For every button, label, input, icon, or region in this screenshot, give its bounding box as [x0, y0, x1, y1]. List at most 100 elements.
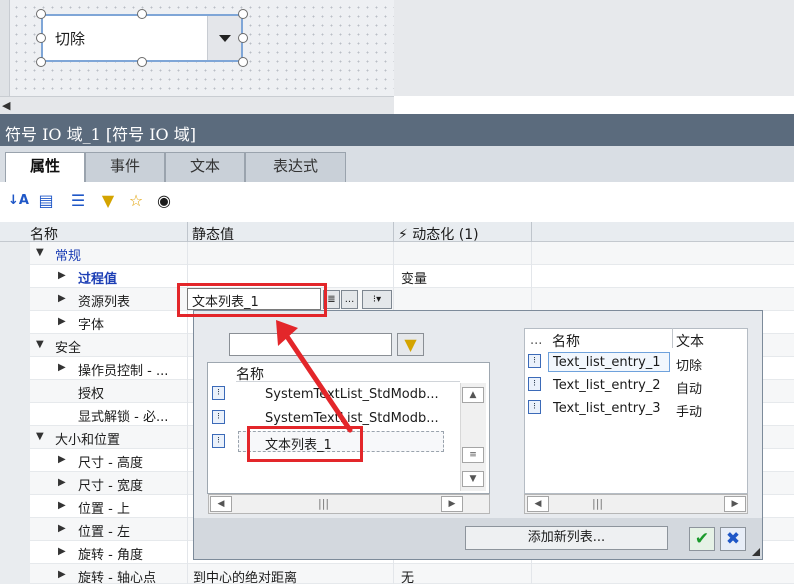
property-resource-list[interactable]: 资源列表: [78, 291, 130, 310]
resize-grip-icon[interactable]: [752, 548, 760, 556]
group-general[interactable]: 常规: [55, 245, 81, 264]
group-size-position[interactable]: 大小和位置: [55, 429, 120, 448]
scroll-left-icon[interactable]: ◀: [210, 496, 232, 512]
canvas-ruler: [0, 0, 10, 96]
right-list-header-name[interactable]: 名称: [552, 331, 580, 351]
tab-events[interactable]: 事件: [85, 152, 165, 182]
scroll-thumb-icon[interactable]: |||: [318, 497, 329, 510]
dropdown-arrow-icon: [219, 35, 231, 42]
table-row[interactable]: [0, 265, 794, 288]
filter-icon[interactable]: ▼: [98, 191, 118, 211]
property-grid-header: [0, 222, 794, 242]
text-list-icon: ⁝: [212, 410, 225, 424]
canvas-empty-area: [394, 96, 794, 114]
column-header-dynamization[interactable]: ⚡ 动态化 (1): [398, 224, 479, 244]
list-dropdown-icon[interactable]: ⁝▾: [362, 290, 392, 309]
expand-triangle-icon[interactable]: ▶: [58, 500, 66, 511]
cancel-x-icon[interactable]: ✖: [720, 527, 746, 551]
property-rotation-angle[interactable]: 旋转 - 角度: [78, 544, 143, 563]
right-list-header-text[interactable]: 文本: [676, 331, 704, 351]
scroll-right-icon[interactable]: ▶: [441, 496, 463, 512]
collapse-triangle-icon[interactable]: ▼: [36, 339, 44, 350]
column-divider[interactable]: [531, 222, 532, 242]
list-item-text[interactable]: 切除: [676, 355, 702, 374]
scroll-thumb-icon[interactable]: |||: [592, 497, 603, 510]
resize-handle-nw[interactable]: [36, 9, 46, 19]
property-width[interactable]: 尺寸 - 宽度: [78, 475, 143, 494]
expand-triangle-icon[interactable]: ▶: [58, 477, 66, 488]
tab-properties[interactable]: 属性: [5, 152, 85, 183]
highlight-frame: [177, 283, 327, 317]
resize-handle-se[interactable]: [238, 57, 248, 67]
expand-triangle-icon[interactable]: ▶: [58, 454, 66, 465]
list-view-icon[interactable]: ☰: [68, 191, 88, 211]
scroll-left-icon[interactable]: ◀: [527, 496, 549, 512]
canvas-horizontal-scrollbar[interactable]: [0, 96, 394, 114]
list-item[interactable]: Text_list_entry_1: [553, 355, 661, 370]
property-explicit-unlock[interactable]: 显式解锁 - 必...: [78, 406, 168, 425]
text-entry-icon: ⁝: [528, 400, 541, 414]
property-operator-control[interactable]: 操作员控制 - ...: [78, 360, 168, 379]
property-top[interactable]: 位置 - 上: [78, 498, 130, 517]
add-new-list-button[interactable]: 添加新列表...: [465, 526, 668, 550]
scroll-down-icon[interactable]: ▼: [462, 471, 484, 487]
tab-texts[interactable]: 文本: [165, 152, 245, 182]
scroll-thumb-icon[interactable]: ≡: [462, 447, 484, 463]
column-header-name[interactable]: 名称: [30, 224, 58, 244]
column-header-static-value[interactable]: 静态值: [192, 224, 234, 244]
sort-az-icon[interactable]: ↓A: [8, 191, 29, 211]
symbol-io-field-dropdown[interactable]: [207, 16, 241, 60]
column-divider[interactable]: [393, 222, 394, 242]
list-item[interactable]: Text_list_entry_2: [553, 378, 661, 393]
resize-handle-sw[interactable]: [36, 57, 46, 67]
right-list-header-more[interactable]: ...: [530, 333, 542, 348]
dynamization-value: 无: [401, 571, 415, 586]
text-entry-icon: ⁝: [528, 354, 541, 368]
property-font[interactable]: 字体: [78, 314, 104, 333]
column-divider[interactable]: [187, 222, 188, 242]
list-item-text[interactable]: 手动: [676, 401, 702, 420]
list-item[interactable]: Text_list_entry_3: [553, 401, 661, 416]
favorites-star-icon[interactable]: ☆: [126, 191, 146, 211]
property-toolbar: [0, 182, 794, 222]
property-process-value[interactable]: 过程值: [78, 268, 117, 287]
row-gutter: [0, 242, 30, 584]
table-row[interactable]: [0, 242, 794, 265]
property-authorization[interactable]: 授权: [78, 383, 104, 402]
expand-triangle-icon[interactable]: ▶: [58, 270, 66, 281]
property-left[interactable]: 位置 - 左: [78, 521, 130, 540]
tab-expressions[interactable]: 表达式: [245, 152, 346, 182]
column-divider[interactable]: [672, 328, 673, 348]
property-rotation-pivot[interactable]: 旋转 - 轴心点: [78, 567, 156, 586]
property-height[interactable]: 尺寸 - 高度: [78, 452, 143, 471]
confirm-check-icon[interactable]: ✔: [689, 527, 715, 551]
scroll-up-icon[interactable]: ▲: [462, 387, 484, 403]
collapse-triangle-icon[interactable]: ▼: [36, 431, 44, 442]
symbol-io-field-text: 切除: [55, 30, 86, 48]
right-list-horizontal-scrollbar[interactable]: [524, 494, 748, 514]
collapse-triangle-icon[interactable]: ▼: [36, 247, 44, 258]
text-entry-icon: ⁝: [528, 377, 541, 391]
resize-handle-w[interactable]: [36, 33, 46, 43]
expand-triangle-icon[interactable]: ▶: [58, 523, 66, 534]
expand-triangle-icon[interactable]: ▶: [58, 293, 66, 304]
more-button[interactable]: ...: [341, 290, 358, 309]
annotation-arrow: [276, 320, 353, 433]
resize-handle-e[interactable]: [238, 33, 248, 43]
resize-handle-s[interactable]: [137, 57, 147, 67]
symbol-io-field[interactable]: 切除: [41, 14, 243, 62]
popup-filter-icon[interactable]: ▼: [397, 333, 424, 356]
expand-triangle-icon[interactable]: ▶: [58, 362, 66, 373]
scroll-left-icon[interactable]: ◀: [2, 99, 10, 112]
text-list-icon: ⁝: [212, 386, 225, 400]
show-eye-icon[interactable]: ◉: [154, 191, 174, 211]
expand-triangle-icon[interactable]: ▶: [58, 546, 66, 557]
expand-triangle-icon[interactable]: ▶: [58, 569, 66, 580]
list-item-text[interactable]: 自动: [676, 378, 702, 397]
group-security[interactable]: 安全: [55, 337, 81, 356]
resize-handle-ne[interactable]: [238, 9, 248, 19]
scroll-right-icon[interactable]: ▶: [724, 496, 746, 512]
group-icon[interactable]: ▤: [36, 191, 56, 211]
resize-handle-n[interactable]: [137, 9, 147, 19]
expand-triangle-icon[interactable]: ▶: [58, 316, 66, 327]
